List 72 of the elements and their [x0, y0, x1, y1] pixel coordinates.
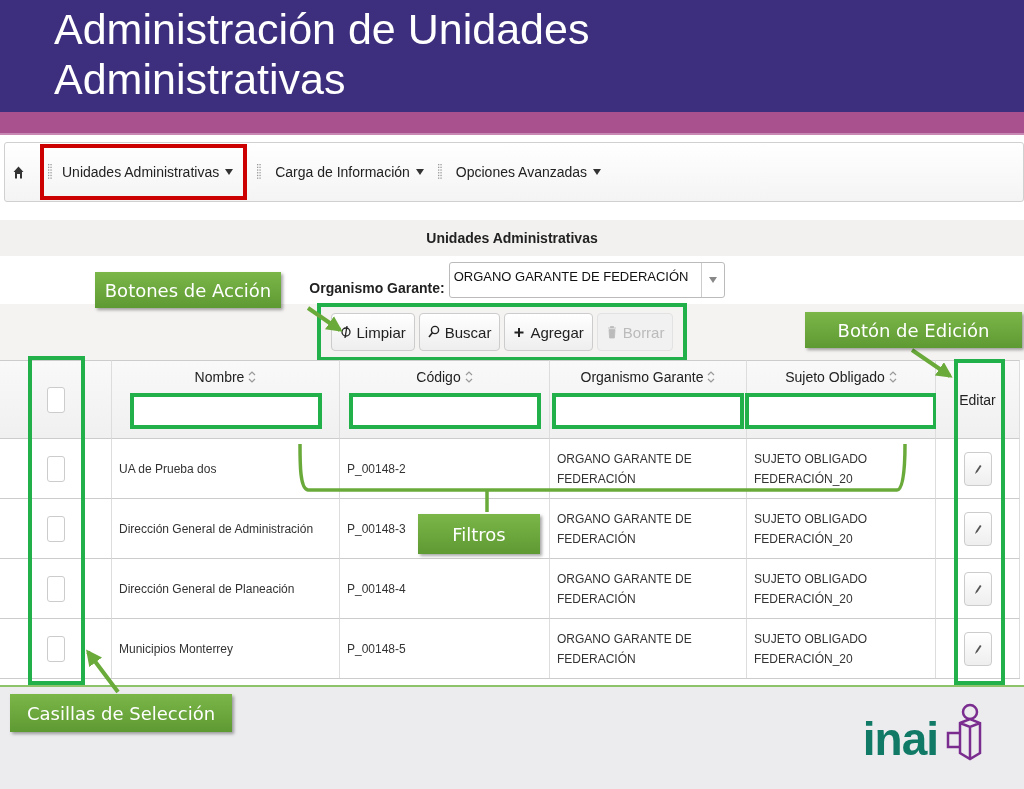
table-cell-text: ORGANO GARANTE DE FEDERACIÓN — [557, 510, 693, 548]
refresh-icon — [339, 325, 352, 339]
table-cell-text: P_00148-3 — [347, 520, 406, 538]
edit-button[interactable] — [963, 451, 992, 486]
edit-button[interactable] — [963, 511, 992, 546]
table-cell-text: SUJETO OBLIGADO FEDERACIÓN_20 — [754, 510, 869, 548]
table-cell-text: P_00148-5 — [347, 640, 406, 658]
table-cell-text: ORGANO GARANTE DE FEDERACIÓN — [557, 570, 693, 608]
callout-label: Filtros — [418, 514, 540, 554]
table-cell-text: UA de Prueba dos — [119, 460, 217, 478]
column-header: Editar — [959, 391, 996, 408]
callout-label: Botón de Edición — [805, 312, 1022, 348]
arrow — [910, 348, 953, 378]
grip-icon — [48, 164, 52, 180]
column-header[interactable]: Organismo Garante — [580, 369, 704, 385]
callout-label: Botones de Acción — [95, 272, 281, 308]
slide-title: Administración de Unidades Administrativas — [54, 4, 591, 104]
caret-icon — [415, 169, 424, 175]
caret-icon — [708, 277, 717, 283]
checkbox[interactable] — [46, 515, 65, 542]
checkbox[interactable] — [46, 455, 65, 482]
logo-text: inai — [862, 717, 938, 761]
search-button[interactable]: Buscar — [418, 313, 501, 351]
checkbox[interactable] — [46, 575, 65, 602]
table-cell-text: Municipios Monterrey — [119, 640, 234, 658]
caret-icon — [593, 169, 602, 175]
callout-label: Casillas de Selección — [10, 694, 232, 732]
table-cell-text: P_00148-4 — [347, 580, 406, 598]
add-button[interactable]: Agregar — [504, 313, 593, 351]
filter-input[interactable] — [552, 393, 744, 429]
edit-button[interactable] — [963, 571, 992, 606]
column-header[interactable]: Sujeto Obligado — [785, 369, 885, 385]
table-cell-text: ORGANO GARANTE DE FEDERACIÓN — [557, 630, 693, 668]
menu-item[interactable]: Carga de Información — [271, 164, 428, 180]
column-header[interactable]: Código — [416, 369, 461, 385]
sort-icon[interactable] — [888, 370, 897, 384]
sort-icon[interactable] — [464, 370, 473, 384]
trash-icon — [605, 325, 618, 339]
table-cell-text: SUJETO OBLIGADO FEDERACIÓN_20 — [754, 570, 869, 608]
menu-item[interactable]: Opciones Avanzadas — [451, 164, 606, 180]
sort-icon[interactable] — [707, 370, 716, 384]
filter-input[interactable] — [348, 393, 541, 429]
filter-input[interactable] — [129, 393, 322, 429]
checkbox[interactable] — [46, 635, 65, 662]
plus-icon — [513, 325, 526, 339]
pencil-icon — [972, 522, 983, 535]
table-cell-text: P_00148-2 — [347, 460, 406, 478]
pencil-icon — [972, 462, 983, 475]
table-cell-text: Dirección General de Administración — [119, 520, 314, 538]
table-cell-text: Dirección General de Planeación — [119, 580, 295, 598]
column-header[interactable]: Nombre — [194, 369, 245, 385]
menu-item[interactable]: Unidades Administrativas — [58, 164, 238, 180]
search-icon — [427, 325, 440, 339]
table-cell-text: SUJETO OBLIGADO FEDERACIÓN_20 — [754, 630, 869, 668]
sort-icon[interactable] — [248, 370, 257, 384]
checkbox[interactable] — [46, 386, 65, 413]
caret-icon — [225, 169, 234, 175]
panel-title: Unidades Administrativas — [0, 220, 1024, 256]
edit-button[interactable] — [963, 631, 992, 666]
arrow — [306, 306, 343, 332]
dropdown[interactable]: ORGANO GARANTE DE FEDERACIÓN — [448, 262, 725, 298]
table-cell-text: ORGANO GARANTE DE FEDERACIÓN — [557, 450, 693, 488]
pencil-icon — [972, 582, 983, 595]
table-cell-text: SUJETO OBLIGADO FEDERACIÓN_20 — [754, 450, 869, 488]
grip-icon — [257, 164, 262, 180]
home-icon[interactable] — [13, 165, 24, 179]
pencil-icon — [972, 642, 983, 655]
filter-input[interactable] — [745, 393, 937, 429]
clear-button[interactable]: Limpiar — [330, 313, 415, 351]
grip-icon — [437, 164, 442, 180]
filter-label: Organismo Garante: — [309, 280, 445, 296]
arrow — [86, 649, 120, 694]
